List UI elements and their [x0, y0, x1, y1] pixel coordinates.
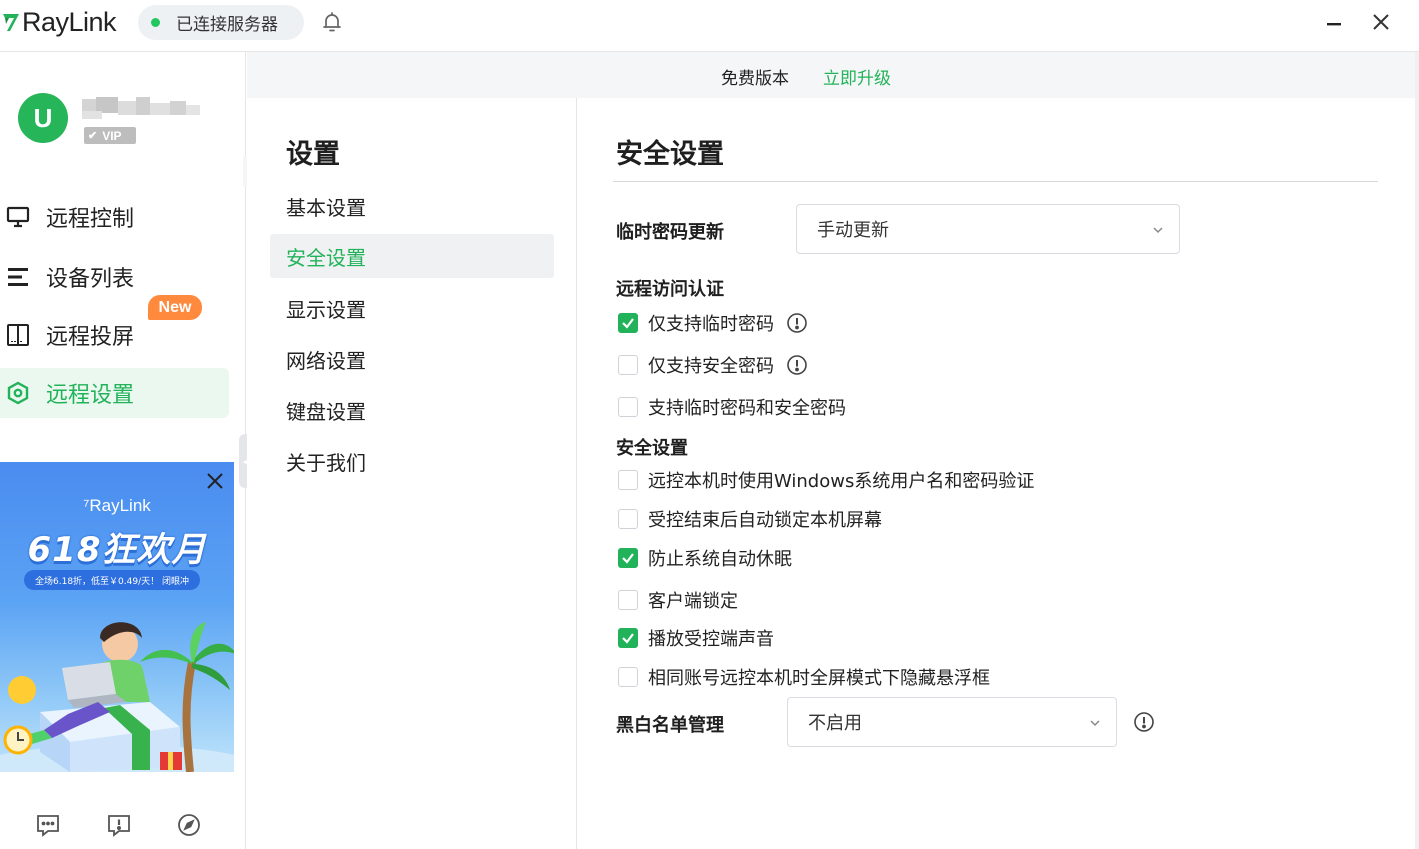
settings-hex-icon — [7, 381, 29, 405]
content-title: 安全设置 — [616, 139, 724, 170]
settings-nav-basic[interactable]: 基本设置 — [270, 184, 554, 228]
info-icon[interactable] — [1133, 711, 1155, 733]
settings-nav-about[interactable]: 关于我们 — [270, 439, 554, 483]
option-label: 仅支持临时密码 — [648, 314, 774, 335]
settings-nav-security[interactable]: 安全设置 — [270, 234, 554, 278]
bell-icon[interactable] — [320, 10, 344, 34]
blacklist-label: 黑白名单管理 — [616, 715, 724, 736]
settings-nav-network[interactable]: 网络设置 — [270, 337, 554, 381]
sidebar-item-remote-control[interactable]: 远程控制 — [0, 192, 229, 242]
promo-illustration — [0, 622, 234, 772]
username-blurred — [82, 97, 200, 119]
list-icon — [8, 268, 28, 286]
checkbox[interactable] — [618, 548, 638, 568]
sidebar-item-label: 远程投屏 — [46, 325, 135, 350]
checkbox[interactable] — [618, 313, 638, 333]
blacklist-select[interactable]: 不启用 — [787, 697, 1117, 747]
sidebar-item-device-list[interactable]: 设备列表 — [0, 252, 229, 302]
brand-name: RayLink — [22, 6, 117, 37]
chevron-down-icon — [1090, 720, 1100, 727]
vip-badge: ✔ VIP — [84, 127, 136, 144]
status-dot-icon — [151, 18, 160, 27]
checkbox[interactable] — [618, 628, 638, 648]
option-hide-float[interactable]: 相同账号远控本机时全屏模式下隐藏悬浮框 — [618, 665, 990, 689]
temp-password-label: 临时密码更新 — [616, 222, 724, 243]
plan-label: 免费版本 — [721, 69, 789, 89]
settings-nav-keyboard[interactable]: 键盘设置 — [270, 388, 554, 432]
option-client-lock[interactable]: 客户端锁定 — [618, 588, 738, 612]
blacklist-value: 不启用 — [808, 713, 862, 734]
option-label: 支持临时密码和安全密码 — [648, 398, 846, 419]
option-label: 远控本机时使用Windows系统用户名和密码验证 — [648, 471, 1035, 492]
chevron-down-icon — [1153, 227, 1163, 234]
option-label: 相同账号远控本机时全屏模式下隐藏悬浮框 — [648, 668, 990, 689]
cast-screen-icon — [7, 324, 29, 346]
settings-nav-display[interactable]: 显示设置 — [270, 286, 554, 330]
window-right-edge — [1415, 52, 1419, 849]
user-avatar[interactable]: U — [18, 93, 68, 143]
sidebar-item-screen-cast[interactable]: 远程投屏 — [0, 310, 229, 360]
checkbox[interactable] — [618, 355, 638, 375]
option-label: 防止系统自动休眠 — [648, 549, 792, 570]
main-sidebar: U ✔ VIP 远程控制 设备列表 New 远程投屏 远程设置 ⁷RayLink… — [0, 52, 255, 849]
option-prevent-sleep[interactable]: 防止系统自动休眠 — [618, 546, 792, 570]
sidebar-item-label: 远程控制 — [46, 207, 135, 232]
checkbox[interactable] — [618, 590, 638, 610]
minimize-icon[interactable] — [1321, 10, 1347, 36]
option-label: 受控结束后自动锁定本机屏幕 — [648, 510, 882, 531]
promo-brand-text: RayLink — [89, 496, 151, 515]
vip-label: VIP — [102, 128, 122, 143]
check-icon — [622, 633, 634, 644]
temp-password-value: 手动更新 — [817, 220, 889, 241]
option-windows-auth[interactable]: 远控本机时使用Windows系统用户名和密码验证 — [618, 468, 1034, 492]
checkbox[interactable] — [618, 667, 638, 687]
ad-close-icon[interactable] — [204, 470, 226, 492]
option-label: 客户端锁定 — [648, 591, 738, 612]
upgrade-bar: 免费版本 立即升级 — [247, 52, 1419, 98]
title-divider — [613, 181, 1378, 182]
checkbox[interactable] — [618, 470, 638, 490]
info-icon[interactable] — [786, 354, 808, 376]
monitor-icon — [6, 206, 30, 228]
check-icon — [622, 553, 634, 564]
settings-nav: 设置 基本设置 安全设置 显示设置 网络设置 键盘设置 关于我们 — [247, 98, 577, 849]
raylink-logo-icon — [3, 14, 19, 31]
connection-status-text: 已连接服务器 — [176, 15, 278, 35]
upgrade-link[interactable]: 立即升级 — [823, 64, 891, 89]
sidebar-item-label: 远程设置 — [46, 383, 135, 408]
security-settings-panel: 安全设置 临时密码更新 手动更新 远程访问认证 仅支持临时密码 仅支持安全密码 — [577, 98, 1419, 849]
title-bar: RayLink 已连接服务器 — [0, 0, 1419, 52]
option-label: 播放受控端声音 — [648, 629, 774, 650]
promo-brand: ⁷RayLink — [0, 496, 234, 516]
option-play-sound[interactable]: 播放受控端声音 — [618, 626, 774, 650]
chat-feedback-icon[interactable] — [35, 812, 61, 838]
info-icon[interactable] — [786, 312, 808, 334]
close-icon[interactable] — [1368, 9, 1394, 35]
connection-status[interactable]: 已连接服务器 — [138, 5, 304, 40]
checkbox[interactable] — [618, 397, 638, 417]
check-icon — [622, 318, 634, 329]
vip-check-icon: ✔ — [88, 130, 98, 142]
option-temp-password-only[interactable]: 仅支持临时密码 — [618, 311, 808, 335]
option-security-password-only[interactable]: 仅支持安全密码 — [618, 353, 808, 377]
promo-subtitle: 全场6.18折，低至￥0.49/天！ 闭眼冲 — [24, 570, 200, 590]
report-icon[interactable] — [106, 812, 132, 838]
option-auto-lock[interactable]: 受控结束后自动锁定本机屏幕 — [618, 507, 882, 531]
compass-icon[interactable] — [176, 812, 202, 838]
security-section-label: 安全设置 — [616, 438, 688, 459]
sidebar-item-label: 设备列表 — [46, 267, 135, 292]
option-label: 仅支持安全密码 — [648, 356, 774, 377]
promo-title: 618狂欢月 — [27, 530, 207, 570]
option-both-passwords[interactable]: 支持临时密码和安全密码 — [618, 395, 846, 419]
sidebar-item-remote-settings[interactable]: 远程设置 — [0, 368, 229, 418]
checkbox[interactable] — [618, 509, 638, 529]
settings-title: 设置 — [286, 139, 340, 170]
app-logo: RayLink — [2, 6, 117, 38]
remote-auth-label: 远程访问认证 — [616, 279, 724, 300]
temp-password-select[interactable]: 手动更新 — [796, 204, 1180, 254]
promo-banner[interactable]: ⁷RayLink 618狂欢月 全场6.18折，低至￥0.49/天！ 闭眼冲 — [0, 462, 234, 772]
